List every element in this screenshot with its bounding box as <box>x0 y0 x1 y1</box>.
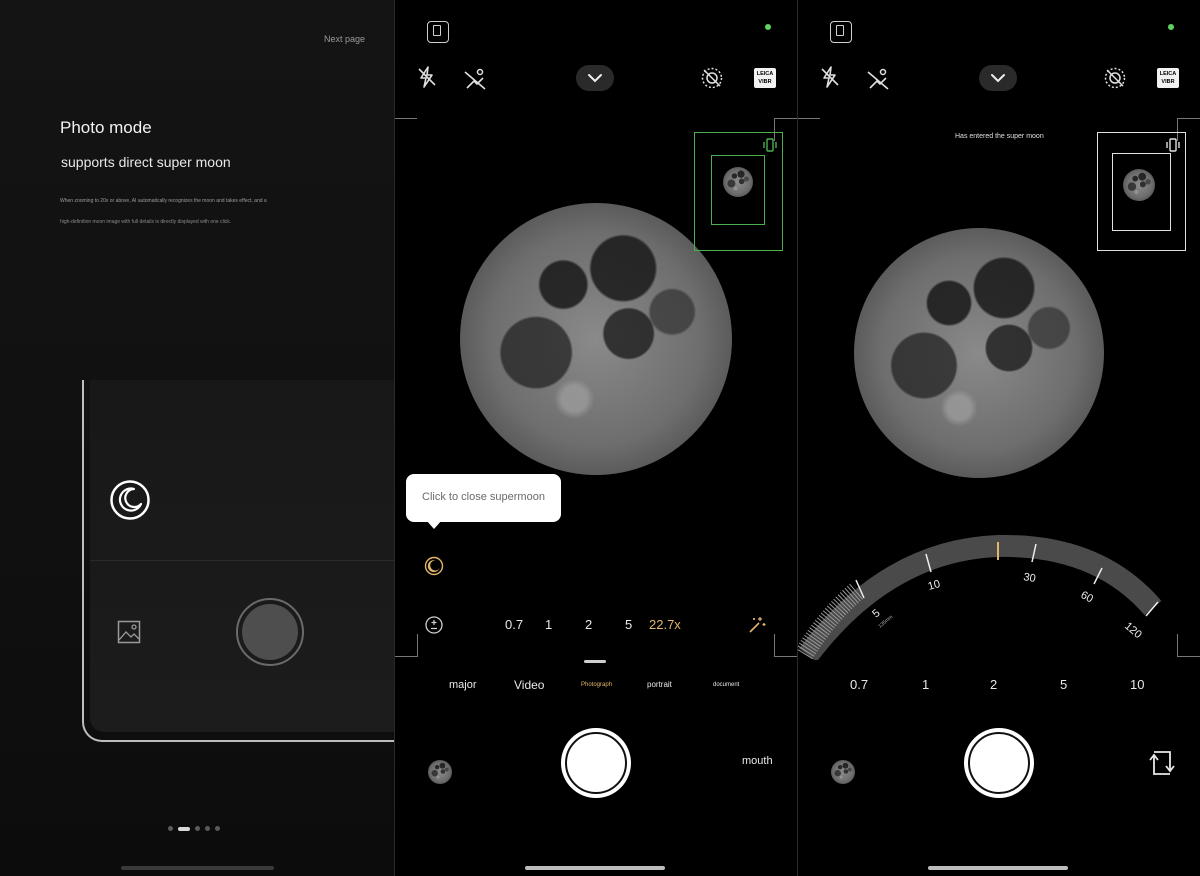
intro-panel: Next page Photo mode supports direct sup… <box>0 0 394 876</box>
zoom-option[interactable]: 0.7 <box>505 617 545 632</box>
flash-off-icon[interactable] <box>820 66 840 88</box>
viewfinder-corner <box>774 634 797 657</box>
zoom-dial[interactable]: 5 135mm 10 30 60 120 <box>798 530 1200 660</box>
shutter-button-mockup <box>236 598 304 666</box>
preview-minimap[interactable] <box>1097 132 1186 251</box>
leica-badge[interactable]: LEICA VIBR <box>1157 68 1179 88</box>
chevron-down-icon <box>991 74 1005 83</box>
supermoon-toggle-icon[interactable] <box>424 556 444 576</box>
zoom-option-active[interactable]: 22.7x <box>649 617 681 632</box>
viewfinder-corner <box>395 118 417 141</box>
flash-off-icon[interactable] <box>417 66 437 88</box>
live-photo-off-icon[interactable] <box>1104 67 1126 89</box>
supermoon-status-text: Has entered the super moon <box>955 133 1044 140</box>
next-page-link[interactable]: Next page <box>324 34 365 44</box>
supermoon-tooltip[interactable]: Click to close supermoon <box>406 474 561 529</box>
camera-panel-supermoon: LEICA VIBR Click to close supermoon 0.7 … <box>395 0 797 876</box>
more-settings-button[interactable] <box>576 65 614 91</box>
motion-off-icon[interactable] <box>463 68 489 90</box>
live-photo-off-icon[interactable] <box>701 67 723 89</box>
mode-major[interactable]: major <box>449 679 477 691</box>
mode-portrait[interactable]: portrait <box>647 680 672 689</box>
home-indicator <box>928 866 1068 870</box>
page-dot <box>215 826 220 831</box>
zoom-option[interactable]: 2 <box>585 617 625 632</box>
moon-image <box>854 228 1104 478</box>
gallery-thumbnail[interactable] <box>428 760 452 784</box>
preview-moon-image <box>1123 169 1155 201</box>
exposure-icon[interactable] <box>425 616 443 634</box>
dial-label: 120 <box>1122 620 1144 641</box>
intro-subtitle: supports direct super moon <box>61 154 231 170</box>
tooltip-text: Click to close supermoon <box>422 491 545 503</box>
status-dot <box>765 24 771 30</box>
intro-description-line-1: When zooming to 20x or above, AI automat… <box>60 198 267 204</box>
chevron-down-icon <box>588 74 602 83</box>
ai-enhance-icon[interactable] <box>747 615 767 635</box>
viewfinder-corner <box>395 634 418 657</box>
leica-badge-line2: VIBR <box>758 79 772 85</box>
dial-label: 10 <box>927 578 942 593</box>
leica-badge-line1: LEICA <box>756 71 774 77</box>
home-indicator <box>525 866 665 870</box>
shutter-button[interactable] <box>964 728 1034 798</box>
motion-off-icon[interactable] <box>866 68 892 90</box>
shutter-button[interactable] <box>561 728 631 798</box>
tooltip-arrow <box>426 520 442 529</box>
home-indicator <box>121 866 274 870</box>
vibrate-icon <box>763 138 777 152</box>
more-settings-button[interactable] <box>979 65 1017 91</box>
moon-icon <box>110 480 150 520</box>
viewfinder-corner <box>798 118 820 141</box>
zoom-option[interactable]: 2 <box>990 677 1060 692</box>
phone-mockup-divider <box>90 560 394 561</box>
gallery-thumbnail[interactable] <box>831 760 855 784</box>
page-dot-active <box>178 826 190 831</box>
preview-moon-image <box>723 167 753 197</box>
dial-label: 5 <box>870 607 882 620</box>
gallery-icon <box>117 620 141 644</box>
mode-photograph-active[interactable]: Photograph <box>581 682 612 688</box>
vibrate-icon <box>1166 138 1180 152</box>
moon-image <box>460 203 732 475</box>
leica-badge-line2: VIBR <box>1161 79 1175 85</box>
preview-minimap[interactable] <box>694 132 783 251</box>
page-dot <box>195 826 200 831</box>
page-dot <box>168 826 173 831</box>
aspect-ratio-icon[interactable] <box>427 21 449 43</box>
switch-camera-icon[interactable] <box>1148 748 1176 778</box>
zoom-option[interactable]: 1 <box>922 677 990 692</box>
mode-document[interactable]: document <box>713 682 739 688</box>
mode-video[interactable]: Video <box>514 678 544 692</box>
zoom-option[interactable]: 10 <box>1130 677 1144 692</box>
status-dot <box>1168 24 1174 30</box>
leica-badge-line1: LEICA <box>1159 71 1177 77</box>
zoom-selector: 0.7 1 2 5 22.7x <box>505 617 681 632</box>
zoom-option[interactable]: 5 <box>1060 677 1130 692</box>
aspect-ratio-icon[interactable] <box>830 21 852 43</box>
phone-mockup-frame <box>82 380 394 742</box>
zoom-selector: 0.7 1 2 5 10 <box>850 677 1144 692</box>
mode-drawer-handle[interactable] <box>584 660 606 663</box>
intro-title: Photo mode <box>60 118 152 137</box>
leica-badge[interactable]: LEICA VIBR <box>754 68 776 88</box>
mode-mouth[interactable]: mouth <box>742 755 773 767</box>
page-indicator <box>168 826 220 831</box>
zoom-option[interactable]: 0.7 <box>850 677 922 692</box>
camera-panel-supermoon-active: LEICA VIBR Has entered the super moon 5 … <box>798 0 1200 876</box>
dial-label: 60 <box>1079 589 1095 605</box>
zoom-option[interactable]: 5 <box>625 617 649 632</box>
intro-description-line-2: high-definition moon image with full det… <box>60 219 232 225</box>
dial-label: 30 <box>1022 571 1036 585</box>
page-dot <box>205 826 210 831</box>
zoom-option[interactable]: 1 <box>545 617 585 632</box>
